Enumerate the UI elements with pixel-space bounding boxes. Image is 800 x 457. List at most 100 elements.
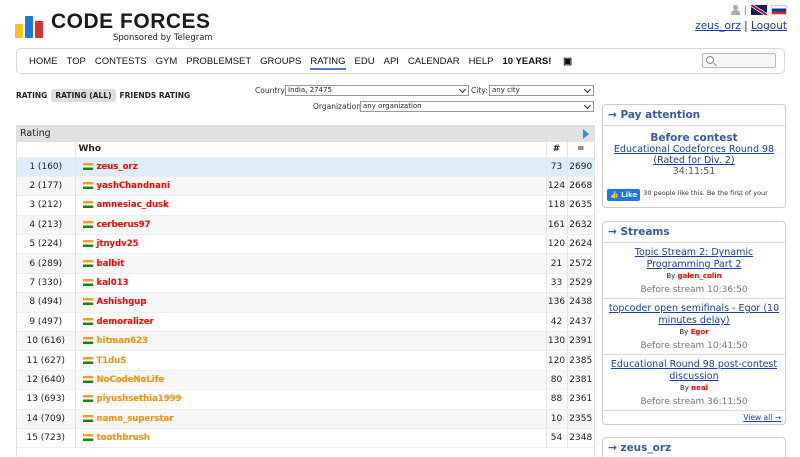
author-handle-link[interactable]: Egor	[691, 328, 709, 336]
search-input[interactable]	[702, 53, 776, 68]
user-handle-link[interactable]: kal013	[97, 278, 129, 288]
stream-link[interactable]: topcoder open semifinals - Egor (10 minu…	[607, 303, 781, 327]
stream-item: Educational Round 98 post-contest discus…	[603, 355, 785, 411]
menu-item-top[interactable]: TOP	[67, 56, 86, 70]
contest-link[interactable]: Educational Codeforces Round 98 (Rated f…	[603, 144, 785, 166]
rating-table: Who # = 1 (160) zeus_orz 73 2690 2 (177) yash…	[17, 142, 594, 449]
table-row: 7 (330) kal013 33 2529	[17, 273, 594, 294]
india-flag-icon	[82, 259, 93, 267]
table-row: 2 (177) yashChandnani 124 2668	[17, 176, 594, 197]
user-handle-link[interactable]: toothbrush	[97, 433, 150, 443]
user-handle-link[interactable]: T1duS	[97, 356, 127, 366]
stream-link[interactable]: Educational Round 98 post-contest discus…	[607, 359, 781, 383]
india-flag-icon	[82, 434, 93, 442]
stream-time: Before stream 10:36:50	[640, 285, 748, 295]
menu-item-api[interactable]: API	[384, 56, 399, 70]
user-handle-link[interactable]: demoralizer	[97, 317, 154, 327]
user-handle-link[interactable]: yashChandnani	[97, 181, 170, 191]
table-row: 15 (723) toothbrush 54 2348	[17, 428, 594, 449]
menu-item-home[interactable]: HOME	[29, 56, 58, 70]
tab-rating[interactable]: RATING	[16, 91, 47, 100]
contests-count-cell: 73	[546, 157, 568, 177]
menu-item-edu[interactable]: EDU	[355, 56, 375, 70]
author-handle-link[interactable]: galen_colin	[678, 272, 722, 280]
user-handle-link[interactable]: namo_superstar	[97, 414, 174, 424]
contest-timer: 34:11:51	[672, 166, 716, 177]
rating-value-cell: 2668	[567, 176, 594, 197]
menu-item-calendar[interactable]: CALENDAR	[408, 56, 460, 70]
india-flag-icon	[82, 375, 93, 383]
rank-cell: 8 (494)	[17, 292, 76, 313]
organization-select[interactable]: any organization	[360, 101, 594, 112]
india-flag-icon	[82, 201, 93, 209]
table-row: 1 (160) zeus_orz 73 2690	[17, 157, 594, 177]
chevron-down-icon	[583, 101, 592, 110]
logout-link[interactable]: Logout	[751, 20, 787, 32]
facebook-like-button[interactable]: 👍 Like	[607, 189, 641, 201]
stream-item: Topic Stream 2: Dynamic Programming Part…	[603, 243, 785, 299]
who-cell: T1duS	[75, 350, 547, 371]
next-page-icon[interactable]	[583, 129, 589, 139]
table-row: 3 (212) amnesiac_dusk 118 2635	[17, 195, 594, 216]
sponsor-text: Sponsored by Telegram	[113, 33, 213, 43]
india-flag-icon	[82, 356, 93, 364]
city-select[interactable]: any city	[489, 85, 594, 96]
menu-item-10-years[interactable]: 10 YEARS! ▣	[503, 56, 582, 70]
who-cell: zeus_orz	[75, 157, 547, 177]
who-cell: yashChandnani	[75, 176, 547, 197]
author-handle-link[interactable]: neal	[691, 384, 708, 392]
user-handle-link[interactable]: piyushsethia1999	[97, 394, 182, 404]
pay-attention-box: → Pay attention Before contest Education…	[602, 104, 786, 208]
user-handle-link[interactable]: hitman623	[97, 336, 148, 346]
india-flag-icon	[82, 240, 93, 248]
rank-cell: 9 (497)	[17, 312, 76, 333]
country-select[interactable]: India, 27475	[285, 85, 469, 96]
tab-friends-rating[interactable]: FRIENDS RATING	[120, 91, 191, 100]
user-handle-link[interactable]: cerberus97	[97, 220, 151, 230]
separator: |	[743, 4, 747, 16]
codeforces-logo[interactable]: CODE FORCES Sponsored by Telegram	[15, 8, 235, 43]
menu-item-gym[interactable]: GYM	[156, 56, 178, 70]
table-row: 11 (627) T1duS 120 2385	[17, 350, 594, 371]
contests-count-cell: 136	[546, 292, 568, 313]
view-all-link[interactable]: View all →	[743, 413, 781, 422]
profile-link[interactable]: zeus_orz	[695, 20, 741, 32]
search-icon	[706, 56, 714, 64]
user-handle-link[interactable]: jtnydv25	[97, 239, 139, 249]
table-row: 14 (709) namo_superstar 10 2355	[17, 409, 594, 429]
rating-header[interactable]: =	[567, 142, 594, 158]
stream-time: Before stream 10:41:50	[640, 341, 748, 351]
rank-cell: 5 (224)	[17, 234, 76, 255]
header: CODE FORCES Sponsored by Telegram | zeus…	[0, 0, 800, 45]
before-contest-heading: Before contest	[650, 132, 738, 144]
person-icon[interactable]	[730, 5, 740, 15]
contests-count-cell: 42	[546, 312, 568, 333]
tab-rating-all[interactable]: RATING (ALL)	[51, 89, 116, 102]
menu-item-help[interactable]: HELP	[469, 56, 494, 70]
user-handle-link[interactable]: zeus_orz	[97, 162, 138, 172]
stream-author: By neal	[679, 384, 709, 392]
menu-item-problemset[interactable]: PROBLEMSET	[186, 56, 251, 70]
russian-flag-icon[interactable]	[771, 5, 787, 15]
stream-item: topcoder open semifinals - Egor (10 minu…	[603, 299, 785, 355]
user-box-title: → zeus_orz	[608, 442, 672, 454]
who-cell: hitman623	[75, 331, 547, 352]
english-flag-icon[interactable]	[751, 5, 767, 15]
menu-item-rating[interactable]: RATING	[310, 56, 346, 70]
india-flag-icon	[82, 317, 93, 325]
menu-item-groups[interactable]: GROUPS	[260, 56, 301, 70]
user-handle-link[interactable]: Ashishgup	[97, 297, 147, 307]
who-cell: balbit	[75, 253, 547, 274]
menu-item-contests[interactable]: CONTESTS	[95, 56, 147, 70]
who-cell: namo_superstar	[75, 409, 547, 429]
count-header[interactable]: #	[546, 142, 568, 158]
contests-count-cell: 54	[546, 428, 568, 449]
rating-table-box: Rating Who # = 1 (160) zeus_orz 73 2690 2 (1…	[16, 125, 595, 457]
user-handle-link[interactable]: balbit	[97, 259, 125, 269]
stream-link[interactable]: Topic Stream 2: Dynamic Programming Part…	[607, 247, 781, 271]
logo-bars-icon	[15, 10, 45, 38]
user-handle-link[interactable]: NoCodeNoLife	[97, 375, 165, 385]
country-label: Country:	[255, 86, 287, 95]
stream-time: Before stream 36:11:50	[640, 397, 748, 407]
user-handle-link[interactable]: amnesiac_dusk	[97, 200, 169, 210]
